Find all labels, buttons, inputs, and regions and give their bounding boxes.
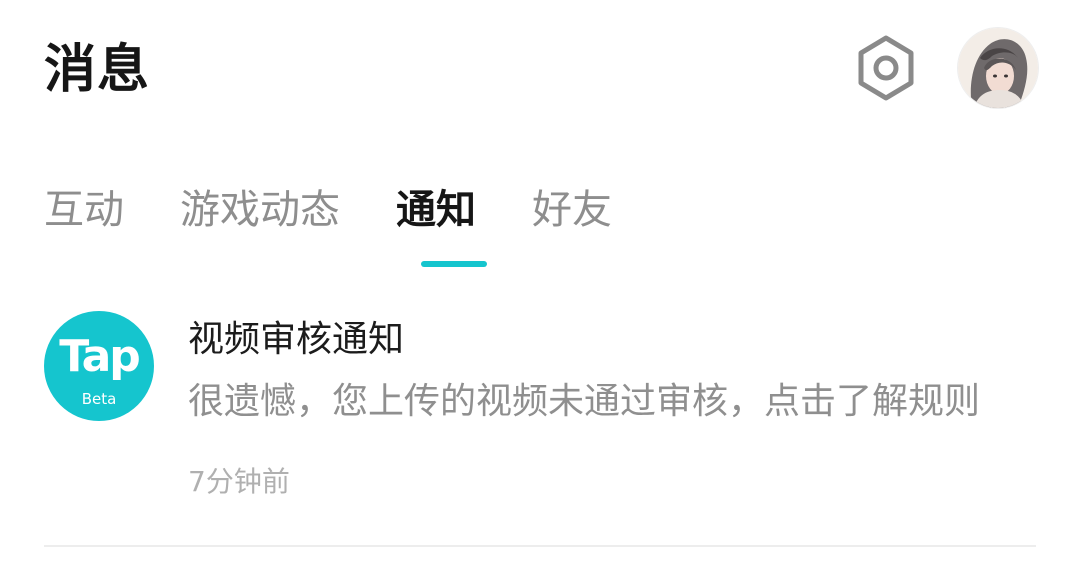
tab-friends[interactable]: 好友 bbox=[532, 180, 612, 240]
user-avatar[interactable] bbox=[958, 28, 1038, 108]
page-title: 消息 bbox=[44, 40, 151, 100]
list-divider bbox=[44, 545, 1036, 547]
settings-button[interactable] bbox=[852, 32, 920, 104]
settings-icon bbox=[858, 35, 914, 101]
active-tab-indicator bbox=[421, 261, 487, 267]
tab-bar: 互动 游戏动态 通知 好友 bbox=[44, 178, 668, 242]
tab-game-updates[interactable]: 游戏动态 bbox=[180, 180, 340, 240]
notification-item[interactable]: Tap Beta 视频审核通知 很遗憾，您上传的视频未通过审核，点击了解规则 7… bbox=[0, 300, 1080, 546]
logo-badge: Beta bbox=[81, 390, 117, 408]
taptap-logo-icon: Tap Beta bbox=[44, 311, 154, 421]
logo-text: Tap bbox=[59, 331, 141, 382]
notification-time: 7分钟前 bbox=[188, 465, 290, 498]
notification-body: 很遗憾，您上传的视频未通过审核，点击了解规则 bbox=[188, 381, 981, 422]
notification-title: 视频审核通知 bbox=[188, 319, 405, 360]
tab-notifications[interactable]: 通知 bbox=[396, 180, 476, 240]
tab-interaction[interactable]: 互动 bbox=[44, 180, 124, 240]
avatar-image bbox=[958, 28, 1038, 108]
